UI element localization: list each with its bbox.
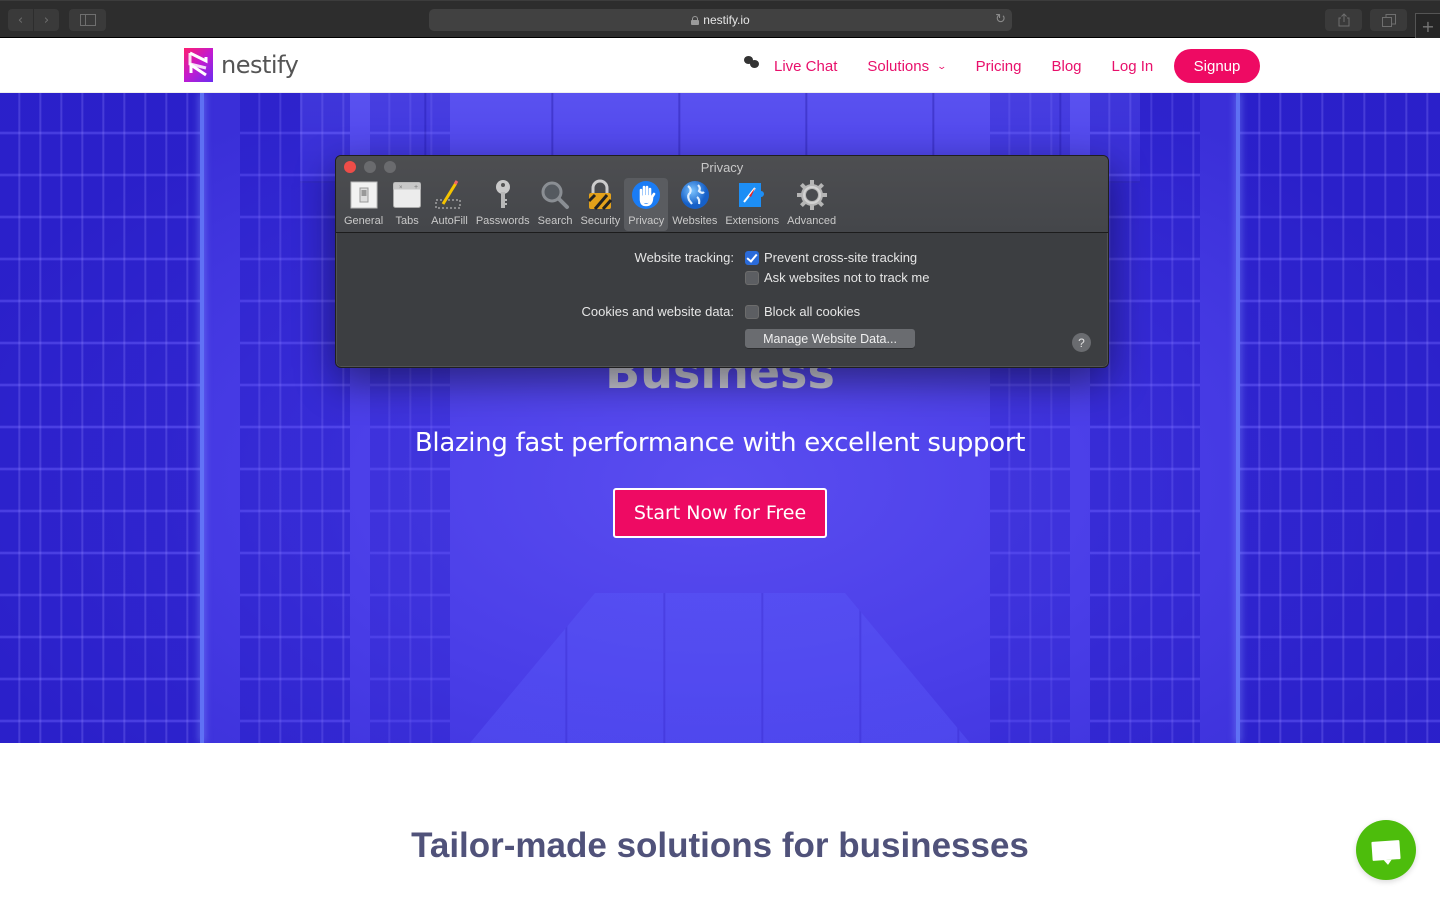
ask-not-to-track-option[interactable]: Ask websites not to track me [745,270,929,285]
chat-bubbles-icon [744,56,760,70]
magnifier-icon [539,179,571,211]
section-title: Tailor-made solutions for businesses [411,826,1029,865]
safari-preferences-window: Privacy General × + Tabs AutoFill Passwo… [335,155,1109,368]
block-all-cookies-checkbox[interactable] [745,304,759,319]
tab-search[interactable]: Search [534,178,577,231]
sidebar-toggle-button[interactable] [69,9,106,31]
logo-mark-icon [184,48,213,82]
plus-icon: + [1421,17,1435,36]
url-text: nestify.io [703,13,750,27]
nav-solutions[interactable]: Solutions ⌄ [867,58,948,75]
tab-general[interactable]: General [340,178,387,231]
nav-live-chat[interactable]: Live Chat [774,58,837,75]
gear-icon [796,179,828,211]
hero-subtitle: Blazing fast performance with excellent … [414,428,1026,458]
preferences-toolbar: Privacy General × + Tabs AutoFill Passwo… [336,156,1108,233]
hero-background-rack [0,93,200,743]
browser-toolbar: ‹ › nestify.io ↻ + [0,0,1440,39]
preferences-pane-tabs: General × + Tabs AutoFill Passwords Sear… [340,178,840,231]
chevron-left-icon: ‹ [17,12,24,28]
autofill-pencil-icon [433,179,465,211]
key-icon [487,179,519,211]
website-tracking-label: Website tracking: [634,250,734,265]
hero-background-rack [1240,93,1440,743]
reload-icon[interactable]: ↻ [995,12,1006,27]
padlock-icon [584,179,616,211]
tab-privacy[interactable]: Privacy [624,178,669,231]
preferences-title: Privacy [700,160,744,175]
chat-bubble-icon [1371,839,1401,861]
chevron-right-icon: › [43,12,50,28]
general-switch-icon [348,179,380,211]
tab-advanced[interactable]: Advanced [783,178,840,231]
tab-tabs[interactable]: × + Tabs [387,178,427,231]
help-button[interactable]: ? [1072,333,1091,352]
tab-security[interactable]: Security [576,178,624,231]
site-header: nestify Live Chat Solutions ⌄ Pricing Blo… [0,38,1440,93]
manage-website-data-button[interactable]: Manage Website Data... [745,329,915,348]
tab-autofill[interactable]: AutoFill [427,178,472,231]
cookies-label: Cookies and website data: [581,304,734,319]
logo-text: nestify [221,51,299,79]
share-button[interactable] [1325,9,1362,31]
lock-icon [691,15,700,25]
logo[interactable]: nestify [184,48,299,82]
nav-blog[interactable]: Blog [1052,58,1082,75]
hero-light-bar [200,93,204,743]
hero-background-rack [240,93,350,743]
svg-text:×: × [399,185,403,191]
tabs-overview-icon [1381,13,1396,27]
back-button[interactable]: ‹ [8,9,33,31]
live-chat-widget-button[interactable] [1356,820,1416,880]
globe-icon [679,179,711,211]
start-now-button[interactable]: Start Now for Free [613,488,827,538]
privacy-pane: Website tracking: Prevent cross-site tra… [336,234,1108,367]
sidebar-icon [79,14,96,26]
prevent-cross-site-tracking-option[interactable]: Prevent cross-site tracking [745,250,917,265]
nav-log-in[interactable]: Log In [1112,58,1154,75]
signup-button[interactable]: Signup [1174,49,1260,83]
hand-icon [630,179,662,211]
share-icon [1338,13,1349,27]
tab-passwords[interactable]: Passwords [472,178,534,231]
block-all-cookies-option[interactable]: Block all cookies [745,304,860,319]
hero-light-bar [1236,93,1240,743]
tab-extensions[interactable]: Extensions [721,178,783,231]
new-tab-button[interactable]: + [1415,13,1440,39]
ask-not-to-track-checkbox[interactable] [745,270,759,285]
tabs-icon: × + [391,179,423,211]
tab-websites[interactable]: Websites [668,178,721,231]
show-tabs-button[interactable] [1370,9,1407,31]
compass-puzzle-icon [736,179,768,211]
forward-button[interactable]: › [34,9,59,31]
chevron-down-icon: ⌄ [936,60,948,71]
address-bar[interactable]: nestify.io ↻ [429,9,1012,31]
main-nav: Live Chat Solutions ⌄ Pricing Blog Log In… [744,49,1260,83]
hero-background-floor [470,593,970,743]
prevent-cross-site-tracking-checkbox[interactable] [745,250,759,265]
svg-text:+: + [414,184,418,191]
nav-pricing[interactable]: Pricing [976,58,1022,75]
